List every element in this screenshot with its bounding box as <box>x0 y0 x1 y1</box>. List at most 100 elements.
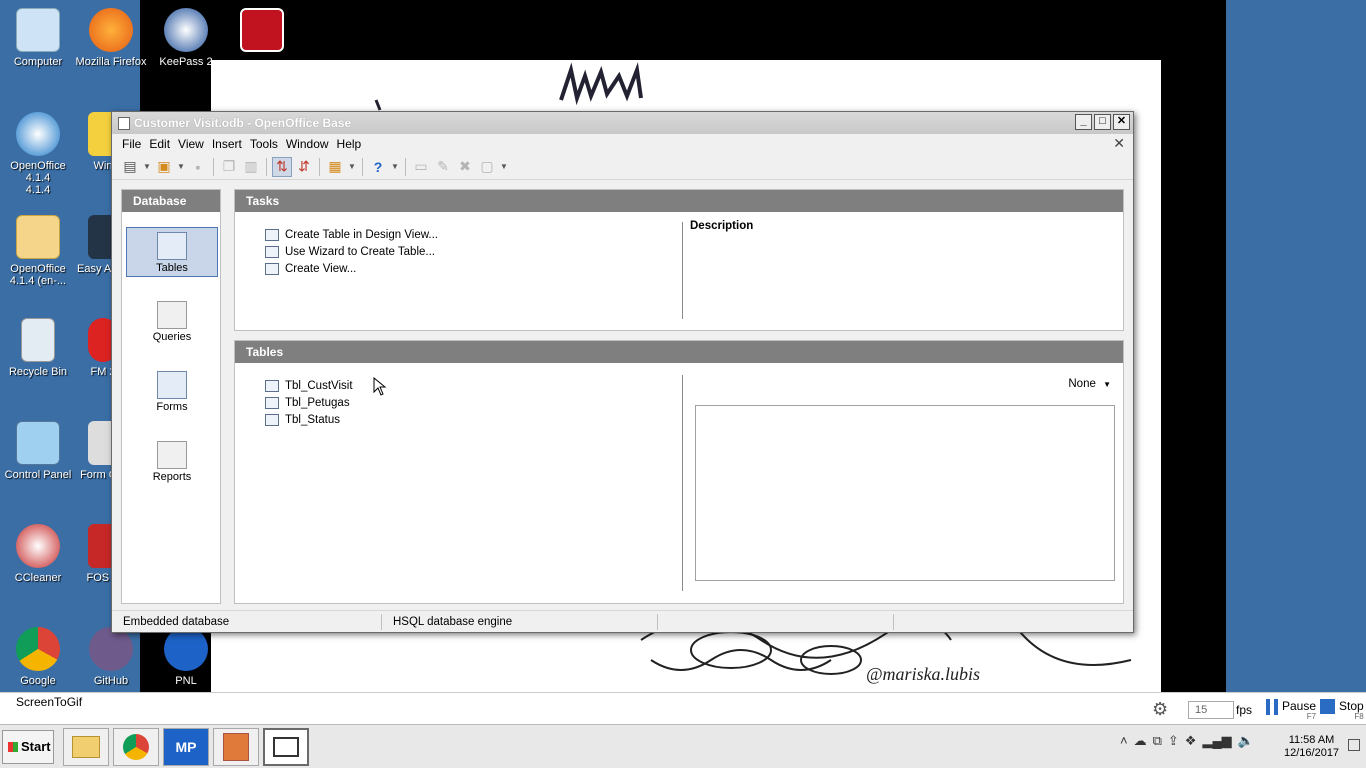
open-icon[interactable]: ▣ <box>154 157 174 177</box>
start-button[interactable]: Start <box>2 730 54 764</box>
table-item[interactable]: Tbl_Status <box>265 411 340 428</box>
menu-bar: File Edit View Insert Tools Window Help … <box>112 134 1133 154</box>
maximize-button[interactable]: □ <box>1094 114 1111 130</box>
chevron-down-icon: ▼ <box>1103 380 1111 389</box>
table-item[interactable]: Tbl_CustVisit <box>265 377 353 394</box>
fps-label: fps <box>1236 703 1253 717</box>
close-button[interactable]: ✕ <box>1113 114 1130 130</box>
taskbar-chrome-icon[interactable] <box>113 728 159 766</box>
wizard-icon <box>265 245 279 258</box>
description-label: Description <box>690 220 754 232</box>
taskbar-base-icon[interactable] <box>213 728 259 766</box>
window-controls: _ □ ✕ <box>1075 114 1130 130</box>
menu-file[interactable]: File <box>118 137 145 151</box>
fps-input[interactable]: 15 <box>1188 701 1234 719</box>
sort-ascending-icon[interactable]: ⇅ <box>272 156 292 177</box>
desktop-icon-keepass[interactable]: KeePass 2 <box>148 8 224 68</box>
paste-icon[interactable]: ▥ <box>241 157 261 177</box>
new-dropdown-icon[interactable]: ▼ <box>142 157 152 177</box>
menu-edit[interactable]: Edit <box>145 137 174 151</box>
gear-icon[interactable]: ⚙ <box>1152 699 1168 720</box>
menu-view[interactable]: View <box>174 137 208 151</box>
rename-object-icon[interactable]: ▢ <box>477 157 497 177</box>
taskbar-mp-icon[interactable]: MP <box>163 728 209 766</box>
menu-help[interactable]: Help <box>333 137 366 151</box>
window-titlebar[interactable]: Customer Visit.odb - OpenOffice Base _ □… <box>112 112 1133 134</box>
status-bar: Embedded database HSQL database engine <box>112 610 1133 632</box>
nav-queries[interactable]: Queries <box>126 297 218 347</box>
desktop-icon-control-panel[interactable]: Control Panel <box>0 421 76 481</box>
taskbar: Start MP ˄ ☁ ⧉ ⇪ ❖ ▂▄▆ 🔈 11:58 AM 12/16/… <box>0 724 1366 768</box>
toolbar-separator <box>405 157 406 176</box>
menu-tools[interactable]: Tools <box>246 137 282 151</box>
show-hidden-icons-icon[interactable]: ˄ <box>1120 733 1128 749</box>
open-dropdown-icon[interactable]: ▼ <box>176 157 186 177</box>
taskbar-screentogif-icon[interactable] <box>263 728 309 766</box>
clock-date: 12/16/2017 <box>1284 747 1340 759</box>
clock[interactable]: 11:58 AM 12/16/2017 <box>1284 734 1339 760</box>
status-field-3 <box>658 613 894 630</box>
toolbar-separator <box>319 157 320 176</box>
toolbar-expand-icon[interactable]: ▼ <box>499 157 509 177</box>
taskbar-explorer-icon[interactable] <box>63 728 109 766</box>
form-icon[interactable]: ▦ <box>325 157 345 177</box>
stop-button[interactable]: Stop F8 <box>1320 699 1364 721</box>
window-title: Customer Visit.odb - OpenOffice Base <box>134 116 352 130</box>
edit-object-icon[interactable]: ✎ <box>433 157 453 177</box>
show-desktop-icon[interactable] <box>1348 739 1360 751</box>
table-item[interactable]: Tbl_Petugas <box>265 394 350 411</box>
task-create-table-design[interactable]: Create Table in Design View... <box>265 226 438 243</box>
desktop-icon-firefox[interactable]: Mozilla Firefox <box>73 8 149 68</box>
desktop-icon-openoffice[interactable]: OpenOffice 4.1.4 4.1.4 <box>0 112 76 196</box>
desktop-icon-openoffice-folder[interactable]: OpenOffice 4.1.4 (en-... <box>0 215 76 287</box>
delete-object-icon[interactable]: ✖ <box>455 157 475 177</box>
status-field-4 <box>894 614 1133 630</box>
mouse-cursor-icon <box>373 377 387 396</box>
tables-pane: Tables Tbl_CustVisit Tbl_Petugas Tbl_Sta… <box>234 340 1124 604</box>
desktop-icon-ccleaner[interactable]: CCleaner <box>0 524 76 584</box>
table-icon <box>265 396 279 409</box>
preview-mode-select[interactable]: None ▼ <box>1068 378 1111 390</box>
desktop-icon-computer[interactable]: Computer <box>0 8 76 68</box>
network-signal-icon[interactable]: ▂▄▆ <box>1202 733 1231 749</box>
dropbox-icon[interactable]: ❖ <box>1185 733 1197 749</box>
new-document-icon[interactable]: ▤ <box>120 157 140 177</box>
toolbar-separator <box>213 157 214 176</box>
queries-icon <box>157 301 187 329</box>
toolbar-overflow-icon[interactable]: ▼ <box>390 157 400 177</box>
nav-tables[interactable]: Tables <box>126 227 218 277</box>
form-dropdown-icon[interactable]: ▼ <box>347 157 357 177</box>
status-engine: HSQL database engine <box>382 613 658 630</box>
menu-insert[interactable]: Insert <box>208 137 246 151</box>
status-database-type: Embedded database <box>112 613 382 630</box>
preview-area <box>695 405 1115 581</box>
sort-descending-icon[interactable]: ⇵ <box>294 157 314 177</box>
desktop-icon-app-red[interactable] <box>225 8 299 56</box>
minimize-button[interactable]: _ <box>1075 114 1092 130</box>
desktop-icon-recycle-bin[interactable]: Recycle Bin <box>0 318 76 378</box>
save-icon[interactable]: ▪ <box>188 157 208 177</box>
tasks-divider <box>682 222 683 319</box>
network-share-icon[interactable]: ⧉ <box>1153 733 1162 749</box>
view-icon <box>265 262 279 275</box>
cloud-icon[interactable]: ☁ <box>1134 733 1147 749</box>
nav-forms[interactable]: Forms <box>126 367 218 417</box>
table-icon <box>265 413 279 426</box>
table-icon <box>265 379 279 392</box>
task-create-view[interactable]: Create View... <box>265 260 356 277</box>
upload-icon[interactable]: ⇪ <box>1168 733 1179 749</box>
open-object-icon[interactable]: ▭ <box>411 157 431 177</box>
nav-reports[interactable]: Reports <box>126 437 218 487</box>
desktop-icon-github[interactable]: GitHub <box>73 627 149 687</box>
pause-button[interactable]: Pause F7 <box>1266 699 1316 721</box>
task-wizard-create-table[interactable]: Use Wizard to Create Table... <box>265 243 435 260</box>
volume-icon[interactable]: 🔈 <box>1238 733 1254 749</box>
close-document-icon[interactable]: ✕ <box>1113 135 1125 152</box>
desktop-icon-google-chrome[interactable]: Google <box>0 627 76 687</box>
clock-time: 11:58 AM <box>1288 734 1335 746</box>
screentogif-recorder-bar: ScreenToGif ⚙ 15 fps Pause F7 Stop F8 <box>0 692 1366 724</box>
copy-icon[interactable]: ❐ <box>219 157 239 177</box>
toolbar-separator <box>362 157 363 176</box>
help-icon[interactable]: ? <box>368 157 388 177</box>
menu-window[interactable]: Window <box>282 137 333 151</box>
